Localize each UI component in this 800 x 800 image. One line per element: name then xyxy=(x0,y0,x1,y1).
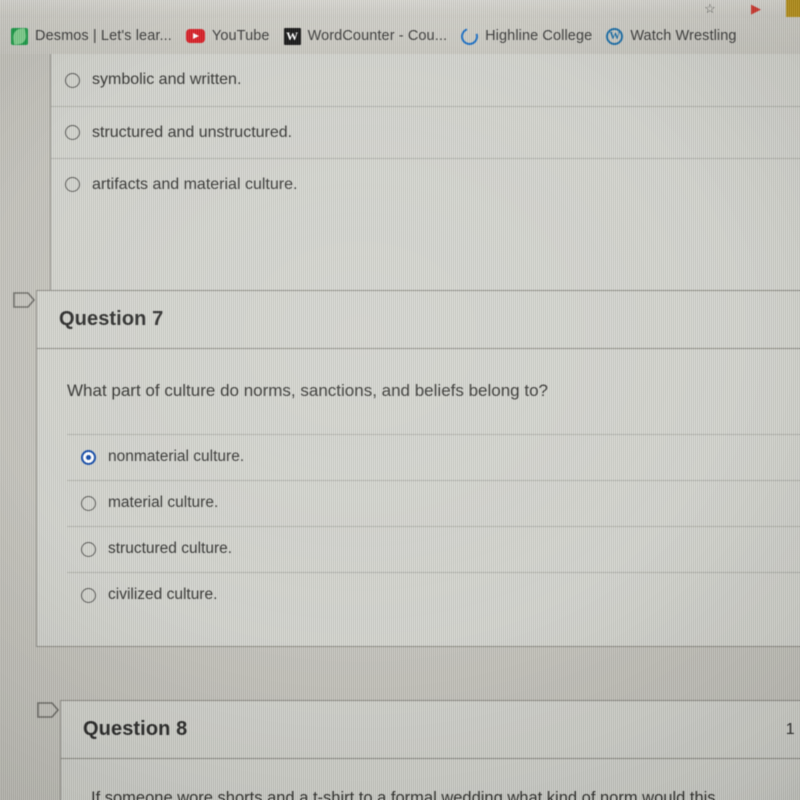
radio-button-icon[interactable] xyxy=(65,177,80,192)
bookmark-desmos[interactable]: Desmos | Let's lear... xyxy=(4,23,179,49)
answer-option[interactable]: structured culture. xyxy=(67,525,800,572)
bookmark-label: Highline College xyxy=(485,28,593,44)
bookmark-youtube[interactable]: YouTube xyxy=(179,23,277,49)
bookmark-watch-wrestling[interactable]: W Watch Wrestling xyxy=(599,23,743,49)
answer-label: artifacts and material culture. xyxy=(92,175,298,193)
answer-label: structured and unstructured. xyxy=(92,123,293,141)
bookmark-highline-college[interactable]: Highline College xyxy=(454,23,599,49)
highline-college-icon xyxy=(458,24,481,48)
answer-option[interactable]: artifacts and material culture. xyxy=(51,158,800,210)
flag-icon[interactable] xyxy=(12,290,36,310)
question-7-panel: Question 7 What part of culture do norms… xyxy=(36,290,800,647)
bookmark-label: Desmos | Let's lear... xyxy=(35,28,172,44)
answer-label: symbolic and written. xyxy=(92,71,242,88)
previous-question-answers: symbolic and written. structured and uns… xyxy=(51,54,800,292)
answer-label: nonmaterial culture. xyxy=(108,448,245,466)
question-title: Question 7 xyxy=(59,308,164,330)
question-8-card: Question 8 1 p If someone wore shorts an… xyxy=(36,700,800,800)
bookmark-label: YouTube xyxy=(211,28,270,44)
radio-button-icon[interactable] xyxy=(81,449,96,465)
question-prompt: What part of culture do norms, sanctions… xyxy=(67,381,548,400)
question-7-answers: nonmaterial culture. material culture. s… xyxy=(67,433,800,646)
bookmark-label: WordCounter - Cou... xyxy=(307,28,448,44)
radio-button-icon[interactable] xyxy=(81,495,96,511)
question-8-header: Question 8 1 p xyxy=(61,701,800,759)
youtube-icon xyxy=(185,29,205,43)
extension-icon[interactable]: ▶ xyxy=(748,1,764,17)
question-7-body: What part of culture do norms, sanctions… xyxy=(37,349,800,646)
question-7-header: Question 7 xyxy=(37,291,800,349)
bookmark-label: Watch Wrestling xyxy=(630,28,737,44)
question-7-card: Question 7 What part of culture do norms… xyxy=(12,290,800,647)
answer-option[interactable]: nonmaterial culture. xyxy=(67,433,800,480)
radio-button-icon[interactable] xyxy=(81,587,96,603)
answer-option[interactable]: material culture. xyxy=(67,479,800,526)
bookmarks-bar: Desmos | Let's lear... YouTube W WordCou… xyxy=(0,18,800,54)
wordpress-icon: W xyxy=(606,27,624,45)
wordcounter-icon: W xyxy=(283,27,301,45)
quiz-page: symbolic and written. structured and uns… xyxy=(0,54,800,800)
answer-option[interactable]: civilized culture. xyxy=(67,571,800,618)
previous-question-body: symbolic and written. structured and uns… xyxy=(50,54,800,293)
bookmark-star-icon[interactable]: ☆ xyxy=(702,1,718,17)
radio-button-icon[interactable] xyxy=(81,541,96,557)
question-title: Question 8 xyxy=(83,718,188,740)
answer-option[interactable]: structured and unstructured. xyxy=(51,106,800,158)
question-prompt: If someone wore shorts and a t-shirt to … xyxy=(91,789,716,800)
browser-toolbar-strip: ☆ ▶ xyxy=(0,0,800,18)
bookmark-wordcounter[interactable]: W WordCounter - Cou... xyxy=(277,23,455,49)
radio-button-icon[interactable] xyxy=(65,72,80,88)
question-8-panel: Question 8 1 p If someone wore shorts an… xyxy=(60,700,800,800)
flag-icon[interactable] xyxy=(36,700,60,720)
answer-label: structured culture. xyxy=(108,540,233,558)
answer-label: material culture. xyxy=(108,494,219,512)
card-bottom-padding xyxy=(51,210,800,264)
question-points: 1 p xyxy=(785,720,800,738)
desmos-icon xyxy=(11,27,28,45)
profile-chip-icon[interactable] xyxy=(786,0,800,17)
radio-button-icon[interactable] xyxy=(65,125,80,140)
answer-option[interactable]: symbolic and written. xyxy=(51,54,800,106)
question-8-body: If someone wore shorts and a t-shirt to … xyxy=(61,759,800,800)
previous-question-card: symbolic and written. structured and uns… xyxy=(50,54,800,293)
answer-label: civilized culture. xyxy=(108,586,218,604)
